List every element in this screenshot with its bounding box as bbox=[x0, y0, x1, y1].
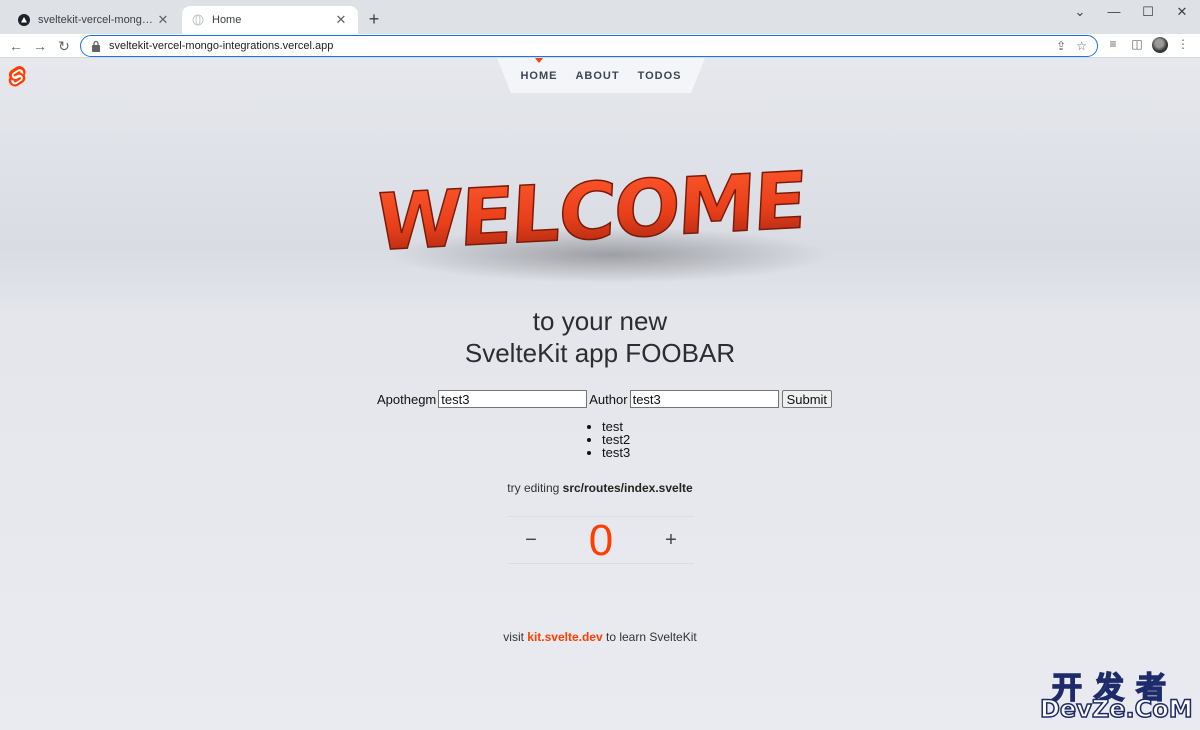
edit-hint-path: src/routes/index.svelte bbox=[562, 481, 693, 495]
url-text: sveltekit-vercel-mongo-integrations.verc… bbox=[109, 40, 334, 52]
new-tab-button[interactable]: + bbox=[364, 9, 384, 30]
submit-button[interactable]: Submit bbox=[781, 390, 833, 408]
kit-link[interactable]: kit.svelte.dev bbox=[527, 630, 602, 644]
page-viewport: HOME ABOUT TODOS WELCOME to your new Sve… bbox=[0, 58, 1200, 730]
author-label: Author bbox=[589, 391, 628, 407]
forward-icon[interactable]: → bbox=[30, 36, 50, 56]
tab-close-icon[interactable]: ✕ bbox=[334, 12, 348, 28]
quote-form: Apothegm Author Submit bbox=[377, 390, 833, 408]
profile-avatar[interactable] bbox=[1152, 37, 1168, 53]
globe-favicon-icon bbox=[192, 14, 204, 26]
tab-home[interactable]: Home ✕ bbox=[182, 6, 358, 34]
main-nav: HOME ABOUT TODOS bbox=[497, 58, 705, 93]
share-icon[interactable]: ⇪ bbox=[1056, 39, 1066, 53]
reading-list-icon[interactable]: ≡ bbox=[1104, 37, 1122, 51]
nav-item-about[interactable]: ABOUT bbox=[566, 58, 628, 93]
list-item: test3 bbox=[602, 446, 630, 459]
browser-menu-icon[interactable]: ⋮ bbox=[1174, 37, 1192, 51]
footer-prefix: visit bbox=[503, 630, 528, 644]
nav-item-home[interactable]: HOME bbox=[511, 58, 566, 93]
hero-line-1: to your new bbox=[532, 306, 668, 336]
increment-button[interactable]: + bbox=[656, 525, 686, 555]
vercel-favicon-icon bbox=[18, 14, 30, 26]
back-icon[interactable]: ← bbox=[6, 36, 26, 56]
hero-line-2: SvelteKit app FOOBAR bbox=[464, 338, 736, 368]
tab-search-icon[interactable]: ⌄ bbox=[1066, 4, 1094, 20]
address-bar[interactable]: sveltekit-vercel-mongo-integrations.verc… bbox=[80, 35, 1098, 57]
watermark-line-2: DevZe.CoM bbox=[1039, 694, 1193, 724]
footer-text: visit kit.svelte.dev to learn SvelteKit bbox=[0, 630, 1200, 644]
reload-icon[interactable]: ↻ bbox=[54, 36, 74, 56]
side-panel-icon[interactable]: ◫ bbox=[1128, 37, 1146, 51]
author-input[interactable] bbox=[629, 390, 779, 408]
bookmark-star-icon[interactable]: ☆ bbox=[1076, 39, 1087, 53]
edit-hint-prefix: try editing bbox=[507, 481, 563, 495]
nav-item-todos[interactable]: TODOS bbox=[629, 58, 691, 93]
lock-icon bbox=[92, 40, 100, 52]
minimize-button[interactable]: — bbox=[1100, 4, 1128, 19]
apothegm-input[interactable] bbox=[438, 390, 588, 408]
tab-strip: sveltekit-vercel-mongo-integratio ✕ Home… bbox=[0, 0, 1200, 34]
maximize-button[interactable]: ☐ bbox=[1134, 4, 1162, 20]
edit-hint: try editing src/routes/index.svelte bbox=[0, 481, 1200, 495]
nav-link-home[interactable]: HOME bbox=[520, 70, 557, 82]
welcome-image: WELCOME bbox=[373, 155, 830, 283]
apothegm-label: Apothegm bbox=[377, 391, 437, 407]
active-page-marker bbox=[534, 58, 543, 63]
tab-title: sveltekit-vercel-mongo-integratio bbox=[38, 14, 156, 26]
counter: − 0 + bbox=[508, 516, 694, 565]
quote-list: test test2 test3 bbox=[602, 420, 630, 459]
tab-title: Home bbox=[212, 14, 242, 26]
footer-suffix: to learn SvelteKit bbox=[602, 630, 697, 644]
nav-link-todos[interactable]: TODOS bbox=[638, 70, 682, 82]
tab-close-icon[interactable]: ✕ bbox=[156, 12, 170, 28]
nav-link-about[interactable]: ABOUT bbox=[575, 70, 619, 82]
browser-toolbar: ← → ↻ sveltekit-vercel-mongo-integration… bbox=[0, 34, 1200, 58]
window-close-button[interactable]: ✕ bbox=[1168, 4, 1196, 20]
watermark: 开发者 DevZe.CoM bbox=[1039, 663, 1193, 724]
svelte-logo-icon[interactable] bbox=[8, 66, 28, 88]
tab-sveltekit-app[interactable]: sveltekit-vercel-mongo-integratio ✕ bbox=[8, 6, 180, 34]
